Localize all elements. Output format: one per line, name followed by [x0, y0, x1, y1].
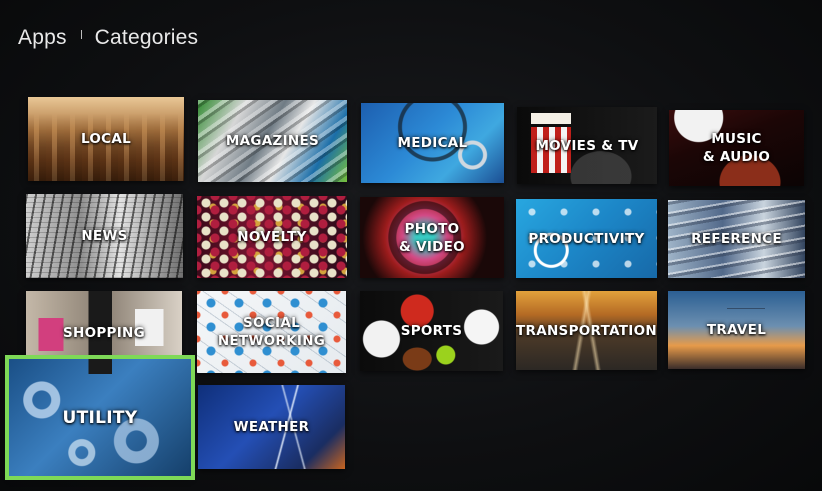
page-title: Categories	[94, 26, 199, 49]
tile-label: MAGAZINES	[225, 133, 320, 149]
tile-label: SOCIAL NETWORKING	[217, 315, 326, 349]
category-tile-photo-video[interactable]: PHOTO & VIDEO	[360, 197, 504, 278]
tile-label: LOCAL	[80, 131, 132, 147]
header: Apps Categories	[18, 26, 198, 50]
tile-label: SHOPPING	[62, 324, 146, 341]
category-tile-local[interactable]: LOCAL	[28, 97, 184, 181]
category-tile-movies-tv[interactable]: MOVIES & TV	[517, 107, 657, 184]
tile-label: WEATHER	[233, 419, 310, 435]
tile-label: PHOTO & VIDEO	[399, 220, 465, 255]
category-tile-transportation[interactable]: TRANSPORTATION	[516, 291, 657, 370]
tile-label: NOVELTY	[237, 229, 307, 245]
breadcrumb-apps[interactable]: Apps	[18, 26, 67, 50]
category-tile-music-audio[interactable]: MUSIC & AUDIO	[669, 110, 804, 186]
tile-label: TRANSPORTATION	[516, 322, 657, 339]
breadcrumb-separator	[80, 29, 82, 39]
tile-label: TRAVEL	[706, 322, 767, 338]
category-tile-utility[interactable]: UTILITY	[9, 359, 191, 476]
tile-label: MEDICAL	[397, 135, 468, 151]
tile-label: MOVIES & TV	[535, 137, 639, 154]
category-tile-reference[interactable]: REFERENCE	[668, 200, 805, 278]
category-tile-productivity[interactable]: PRODUCTIVITY	[516, 199, 657, 278]
tile-label: MUSIC & AUDIO	[702, 131, 771, 165]
category-tile-sports[interactable]: SPORTS	[360, 291, 503, 371]
category-tile-social-networking[interactable]: SOCIAL NETWORKING	[197, 291, 346, 373]
tile-label: NEWS	[81, 228, 128, 244]
category-tile-weather[interactable]: WEATHER	[198, 385, 345, 469]
category-tile-travel[interactable]: TRAVEL	[668, 291, 805, 369]
category-tile-medical[interactable]: MEDICAL	[361, 103, 504, 183]
tile-label: REFERENCE	[691, 231, 782, 247]
tile-label: SPORTS	[400, 323, 463, 339]
category-tile-magazines[interactable]: MAGAZINES	[198, 100, 347, 182]
category-tile-news[interactable]: NEWS	[26, 194, 183, 278]
tile-label: PRODUCTIVITY	[528, 230, 645, 247]
tile-label: UTILITY	[62, 407, 138, 428]
category-tile-novelty[interactable]: NOVELTY	[197, 196, 347, 278]
